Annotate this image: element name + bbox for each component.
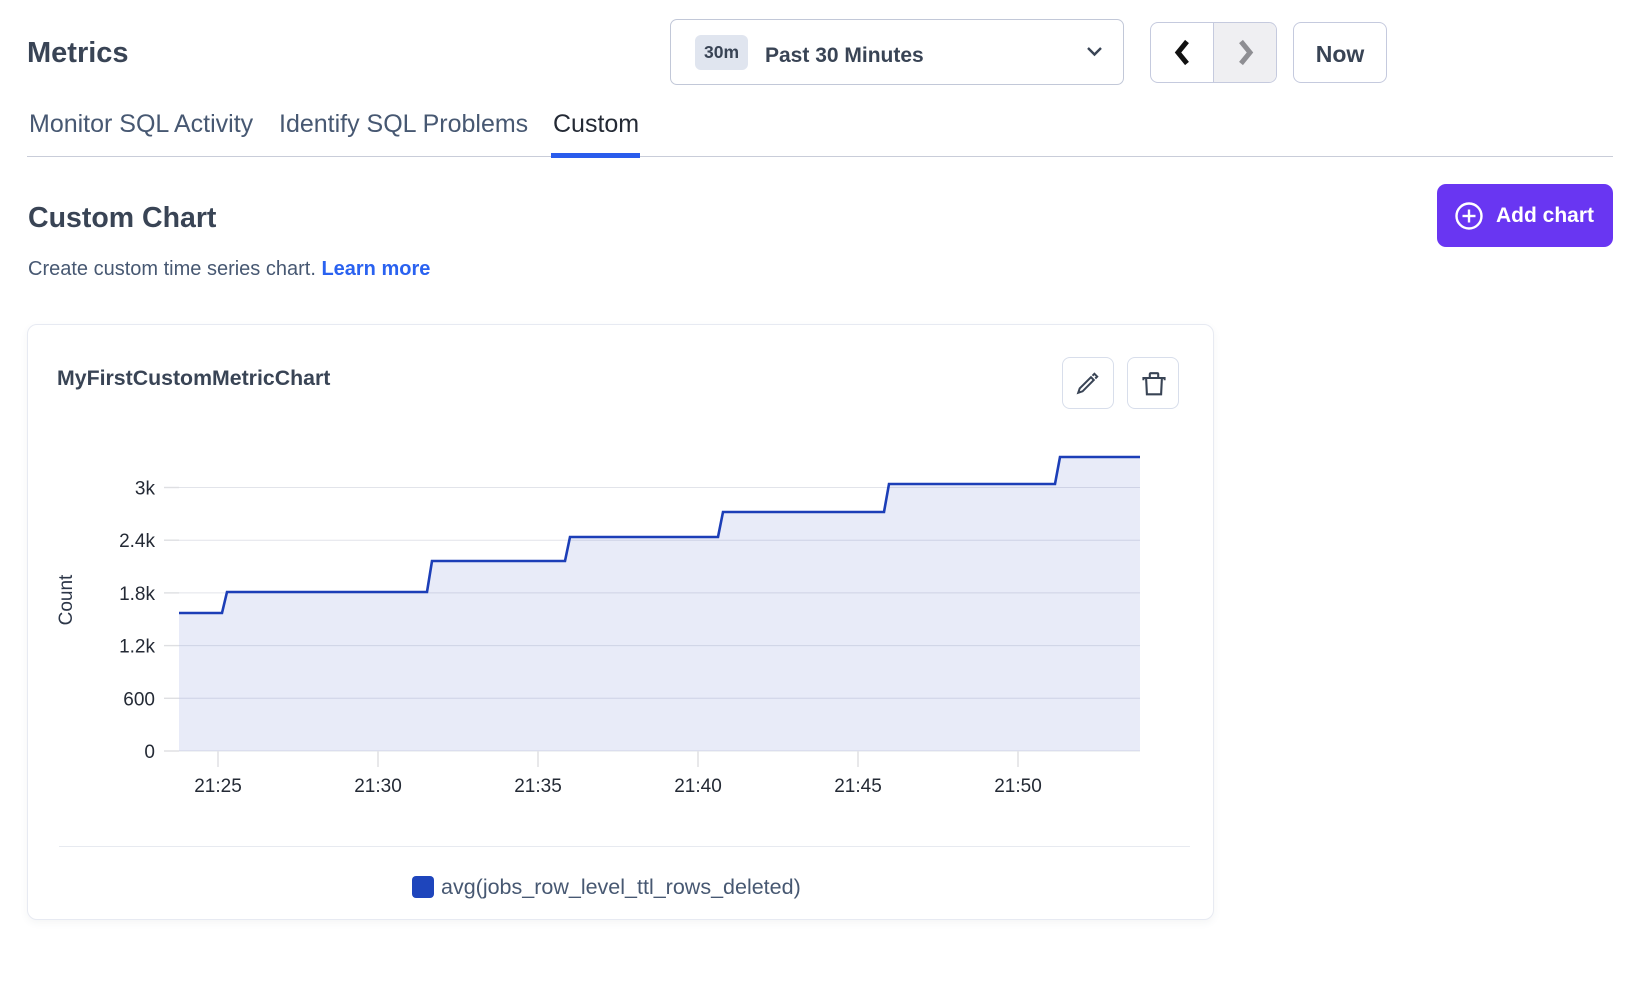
svg-text:0: 0 [144,742,155,763]
svg-text:1.8k: 1.8k [119,584,155,605]
svg-text:21:45: 21:45 [834,776,882,797]
svg-text:Count: Count [56,574,77,625]
svg-text:21:35: 21:35 [514,776,562,797]
svg-text:avg(jobs_row_level_ttl_rows_de: avg(jobs_row_level_ttl_rows_deleted) [441,875,801,899]
svg-text:21:30: 21:30 [354,776,402,797]
svg-text:600: 600 [123,689,155,710]
svg-text:21:25: 21:25 [194,776,242,797]
svg-text:3k: 3k [135,479,156,500]
svg-text:21:50: 21:50 [994,776,1042,797]
svg-text:21:40: 21:40 [674,776,722,797]
svg-text:2.4k: 2.4k [119,531,155,552]
svg-text:1.2k: 1.2k [119,637,155,658]
